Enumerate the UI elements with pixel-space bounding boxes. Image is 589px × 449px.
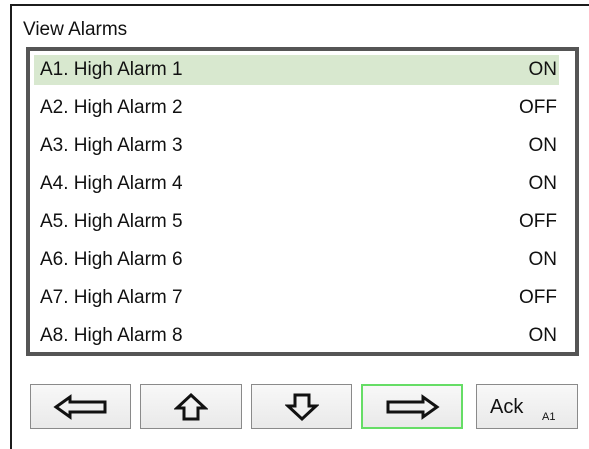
ack-alarm-id: A1 xyxy=(542,411,556,423)
alarm-row-a4[interactable]: A4. High Alarm 4 ON xyxy=(34,169,559,199)
alarm-label: A7. High Alarm 7 xyxy=(40,287,183,308)
alarm-state: ON xyxy=(528,173,558,194)
left-button[interactable] xyxy=(30,384,131,429)
right-button[interactable] xyxy=(361,384,463,429)
arrow-up-icon xyxy=(174,392,208,422)
alarm-state: ON xyxy=(528,325,558,346)
ack-button[interactable]: Ack A1 xyxy=(476,384,578,429)
arrow-right-icon xyxy=(384,393,440,420)
ack-label: Ack xyxy=(490,396,524,418)
down-button[interactable] xyxy=(251,384,352,429)
alarm-state: OFF xyxy=(519,97,557,118)
alarm-state: OFF xyxy=(519,211,557,232)
alarm-row-a6[interactable]: A6. High Alarm 6 ON xyxy=(34,245,559,275)
arrow-left-icon xyxy=(52,393,109,420)
alarm-label: A4. High Alarm 4 xyxy=(40,173,183,194)
alarm-label: A1. High Alarm 1 xyxy=(40,59,183,80)
arrow-down-icon xyxy=(284,392,319,422)
alarm-state: ON xyxy=(528,249,558,270)
alarm-row-a5[interactable]: A5. High Alarm 5 OFF xyxy=(34,207,559,237)
alarm-row-a2[interactable]: A2. High Alarm 2 OFF xyxy=(34,93,559,123)
alarm-row-a3[interactable]: A3. High Alarm 3 ON xyxy=(34,131,559,161)
alarm-label: A5. High Alarm 5 xyxy=(40,211,183,232)
alarm-row-a7[interactable]: A7. High Alarm 7 OFF xyxy=(34,283,559,313)
alarm-label: A3. High Alarm 3 xyxy=(40,135,183,156)
alarm-state: ON xyxy=(528,135,558,156)
alarm-label: A8. High Alarm 8 xyxy=(40,325,183,346)
alarm-state: OFF xyxy=(519,287,557,308)
alarm-state: ON xyxy=(528,59,558,80)
alarm-row-a8[interactable]: A8. High Alarm 8 ON xyxy=(34,321,559,351)
up-button[interactable] xyxy=(140,384,242,429)
page-title: View Alarms xyxy=(23,19,128,40)
alarm-label: A2. High Alarm 2 xyxy=(40,97,183,118)
alarm-list: A1. High Alarm 1 ON A2. High Alarm 2 OFF… xyxy=(26,47,579,356)
alarm-label: A6. High Alarm 6 xyxy=(40,249,183,270)
alarm-row-a1[interactable]: A1. High Alarm 1 ON xyxy=(34,55,559,85)
